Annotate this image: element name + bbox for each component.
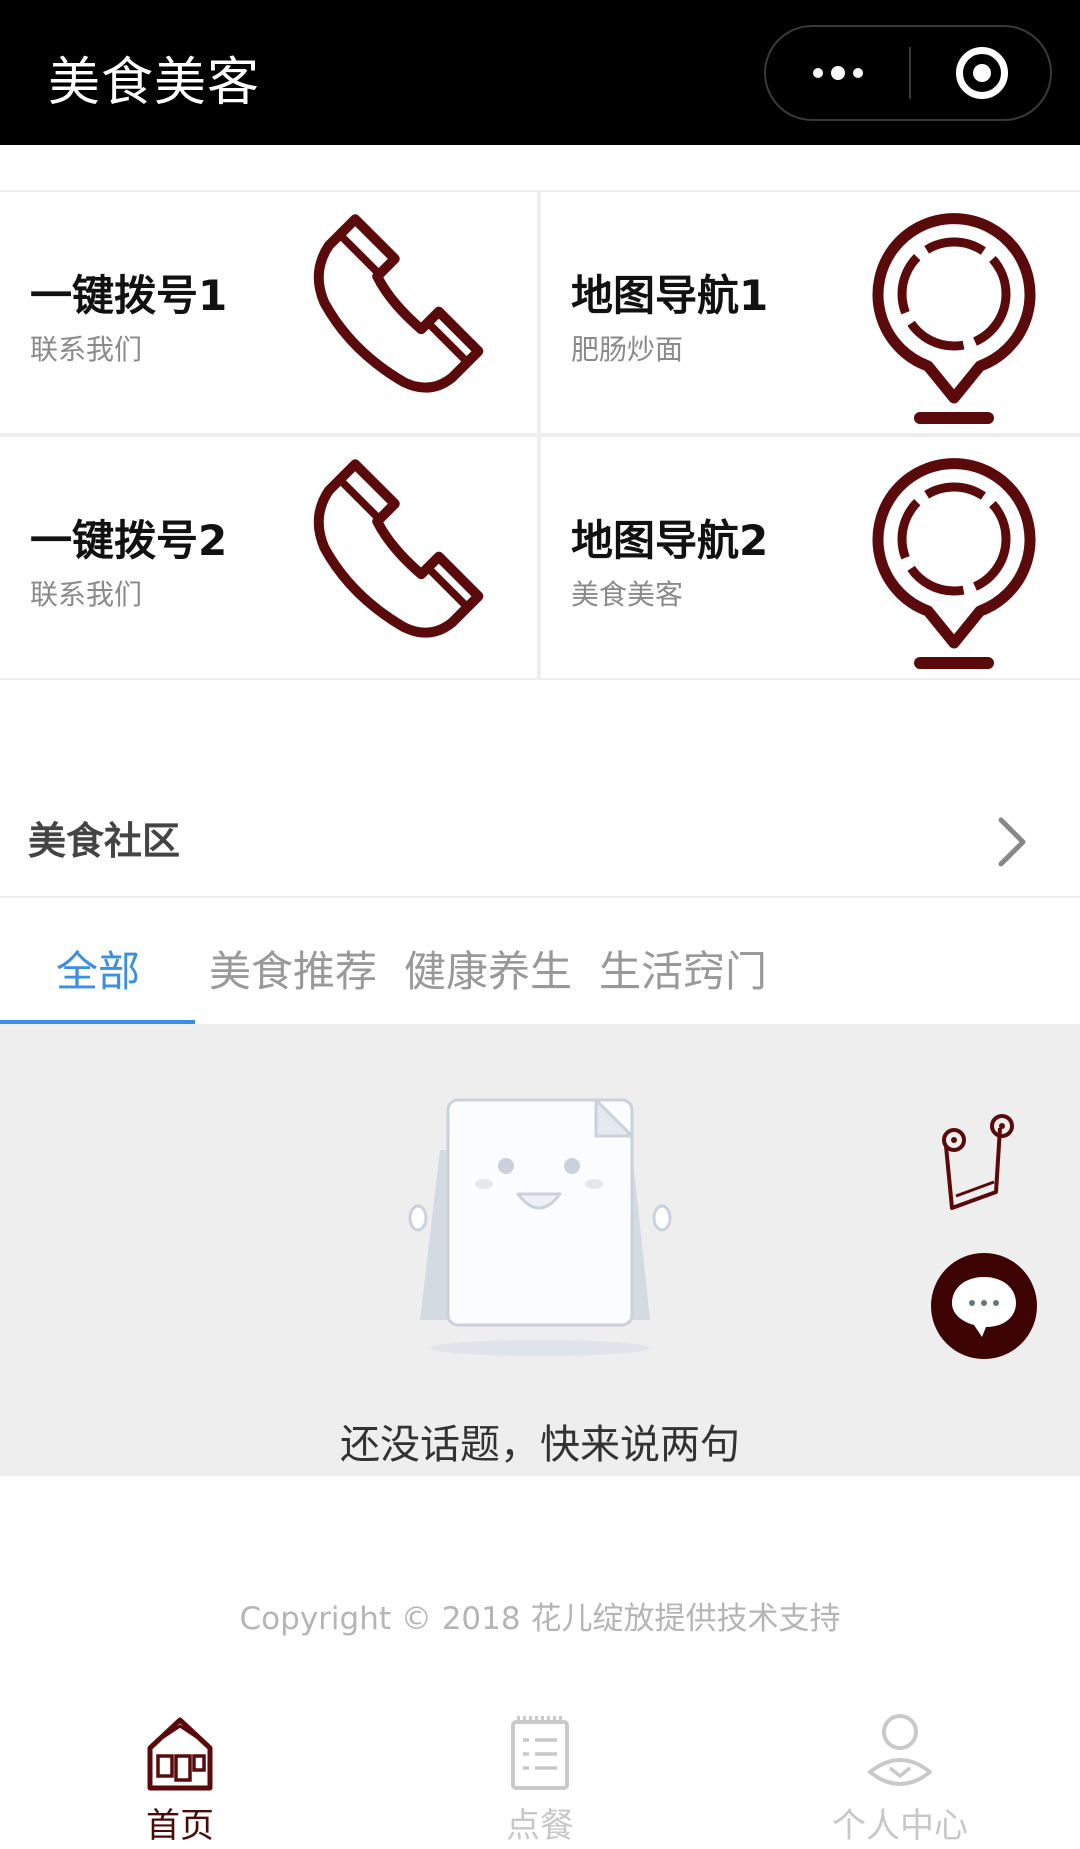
chat-bubble-icon (952, 1277, 1016, 1337)
chevron-right-icon (998, 817, 1026, 867)
quick-action-subtitle: 肥肠炒面 (571, 333, 684, 366)
more-menu-button[interactable] (766, 27, 909, 119)
tab-health[interactable]: 健康养生 (404, 938, 572, 999)
phone-icon (313, 214, 484, 393)
empty-state (0, 1024, 1080, 1476)
user-icon (868, 1714, 932, 1786)
app-title: 美食美客 (48, 53, 261, 113)
map-pin-icon (872, 458, 1036, 669)
quick-action-grid: 一键拨号1 联系我们 地图导航1 肥肠炒面 一键拨号2 联系我们 地图导航2 美… (0, 190, 1080, 680)
copyright-text: Copyright © 2018 花儿绽放提供技术支持 (239, 1601, 841, 1637)
nav-label: 首页 (146, 1806, 214, 1846)
close-target-icon (955, 47, 1008, 99)
community-tabs: 全部 美食推荐 健康养生 生活窍门 (0, 900, 1080, 1024)
nav-label: 个人中心 (832, 1806, 968, 1846)
tab-all[interactable]: 全部 (56, 938, 140, 999)
quick-action-subtitle: 美食美客 (571, 578, 684, 611)
mini-program-capsule (764, 25, 1052, 121)
quick-action-map-1[interactable]: 地图导航1 肥肠炒面 (541, 192, 1080, 433)
nav-home[interactable]: 首页 (0, 1700, 360, 1849)
quick-action-title: 一键拨号2 (30, 516, 228, 565)
top-bar: 美食美客 (0, 0, 1080, 145)
quick-action-subtitle: 联系我们 (30, 578, 143, 611)
home-icon (147, 1717, 213, 1791)
close-button[interactable] (911, 27, 1052, 119)
phone-icon (313, 459, 484, 638)
quick-action-title: 一键拨号1 (30, 271, 228, 320)
quick-action-map-2[interactable]: 地图导航2 美食美客 (541, 437, 1080, 678)
tab-life-tips[interactable]: 生活窍门 (599, 938, 767, 999)
tab-food-recommend[interactable]: 美食推荐 (209, 938, 377, 999)
nav-order[interactable]: 点餐 (360, 1700, 720, 1849)
nav-label: 点餐 (506, 1806, 574, 1846)
bottom-navigation: 首页 点餐 个人中心 (0, 1700, 1080, 1849)
music-note-icon[interactable] (938, 1112, 1018, 1212)
chat-button[interactable] (931, 1253, 1037, 1359)
quick-action-title: 地图导航1 (571, 271, 769, 320)
empty-document-illustration-icon (408, 1098, 672, 1356)
empty-state-message: 还没话题，快来说两句 (340, 1422, 740, 1468)
quick-action-title: 地图导航2 (571, 516, 769, 565)
community-header[interactable]: 美食社区 (0, 768, 1080, 898)
order-list-icon (511, 1716, 569, 1790)
map-pin-icon (872, 213, 1036, 424)
quick-action-call-1[interactable]: 一键拨号1 联系我们 (0, 192, 537, 433)
quick-action-call-2[interactable]: 一键拨号2 联系我们 (0, 437, 537, 678)
community-title: 美食社区 (28, 819, 181, 863)
nav-profile[interactable]: 个人中心 (720, 1700, 1080, 1849)
quick-action-subtitle: 联系我们 (30, 333, 143, 366)
